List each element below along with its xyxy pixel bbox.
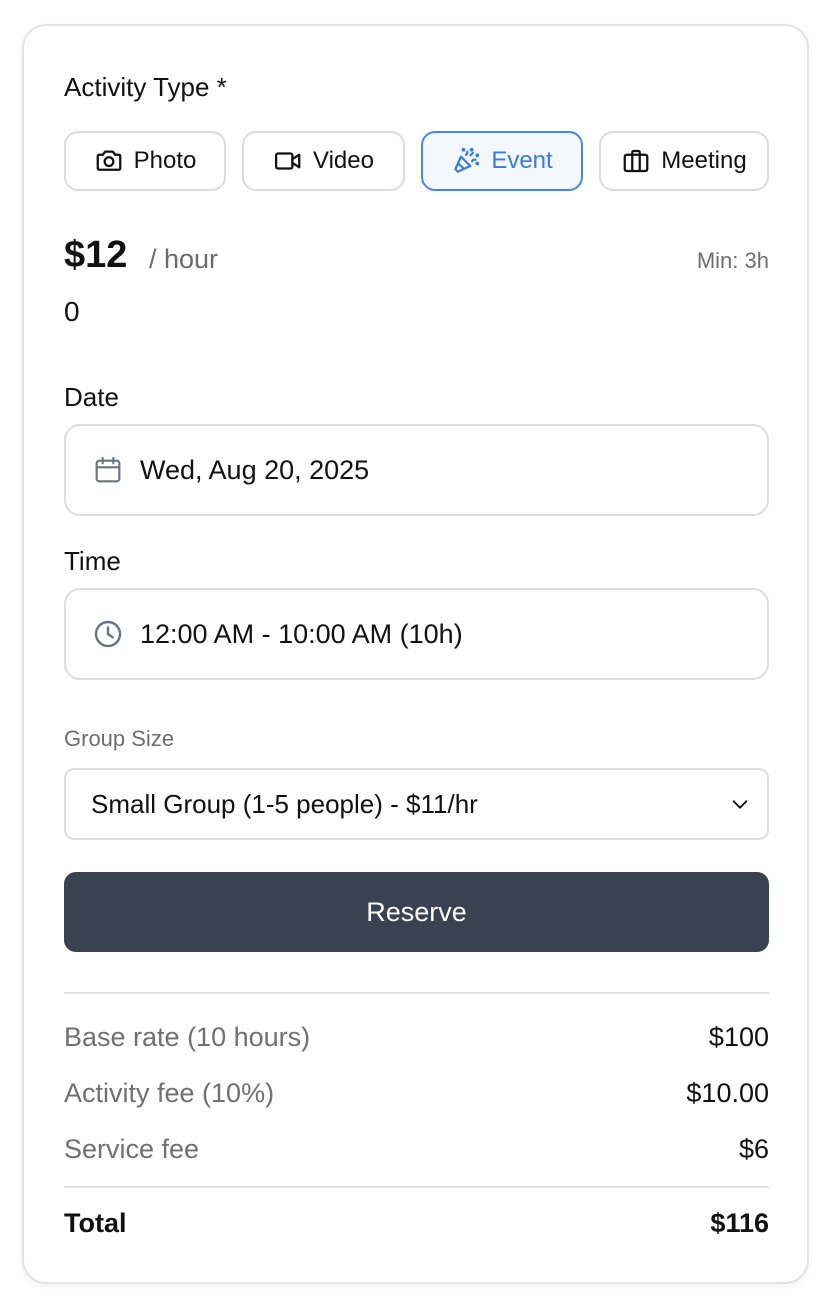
activity-meeting-label: Meeting bbox=[661, 147, 747, 174]
camera-icon bbox=[96, 150, 122, 171]
reserve-button[interactable]: Reserve bbox=[64, 872, 769, 952]
group-size-value: Small Group (1-5 people) - $11/hr bbox=[91, 788, 478, 819]
service-fee-label: Service fee bbox=[64, 1134, 200, 1164]
activity-photo-label: Photo bbox=[133, 147, 197, 174]
date-value: Wed, Aug 20, 2025 bbox=[140, 454, 370, 485]
activity-video-button[interactable]: Video bbox=[242, 131, 405, 191]
base-rate-label: Base rate (10 hours) bbox=[64, 1022, 311, 1052]
activity-fee-label: Activity fee (10%) bbox=[64, 1078, 275, 1108]
group-size-select[interactable]: Small Group (1-5 people) - $11/hr bbox=[64, 768, 769, 840]
briefcase-icon bbox=[623, 149, 649, 173]
activity-type-options: Photo Video Event Meeting bbox=[64, 131, 769, 191]
total-value: $116 bbox=[710, 1208, 769, 1238]
time-label: Time bbox=[64, 546, 121, 576]
extra-value: 0 bbox=[64, 296, 80, 327]
minimum-hours: Min: 3h bbox=[696, 248, 769, 273]
activity-event-button[interactable]: Event bbox=[421, 131, 583, 191]
price-value: $12 bbox=[64, 234, 128, 276]
base-rate-value: $100 bbox=[708, 1022, 769, 1052]
calendar-icon bbox=[95, 456, 121, 483]
service-fee-row: Service fee $6 bbox=[64, 1134, 769, 1165]
time-picker[interactable]: 12:00 AM - 10:00 AM (10h) bbox=[64, 588, 769, 680]
activity-photo-button[interactable]: Photo bbox=[64, 131, 226, 191]
date-picker[interactable]: Wed, Aug 20, 2025 bbox=[64, 424, 769, 516]
activity-meeting-button[interactable]: Meeting bbox=[599, 131, 769, 191]
activity-fee-value: $10.00 bbox=[686, 1078, 769, 1108]
activity-type-label: Activity Type * bbox=[64, 72, 227, 102]
group-size-label: Group Size bbox=[64, 726, 175, 751]
video-camera-icon bbox=[275, 152, 301, 170]
total-label: Total bbox=[64, 1208, 127, 1238]
activity-event-label: Event bbox=[491, 147, 553, 174]
party-popper-icon bbox=[454, 147, 480, 173]
booking-card: Activity Type * Photo Video Event Meetin… bbox=[22, 24, 809, 1284]
chevron-down-icon bbox=[732, 800, 748, 809]
divider bbox=[64, 992, 769, 994]
clock-icon bbox=[94, 620, 122, 648]
activity-fee-row: Activity fee (10%) $10.00 bbox=[64, 1078, 769, 1109]
base-rate-row: Base rate (10 hours) $100 bbox=[64, 1022, 769, 1053]
service-fee-value: $6 bbox=[738, 1134, 769, 1164]
divider bbox=[64, 1186, 769, 1188]
price-unit: / hour bbox=[149, 244, 219, 274]
activity-video-label: Video bbox=[313, 147, 374, 174]
date-label: Date bbox=[64, 382, 119, 412]
time-value: 12:00 AM - 10:00 AM (10h) bbox=[140, 618, 463, 649]
total-row: Total $116 bbox=[64, 1208, 769, 1239]
